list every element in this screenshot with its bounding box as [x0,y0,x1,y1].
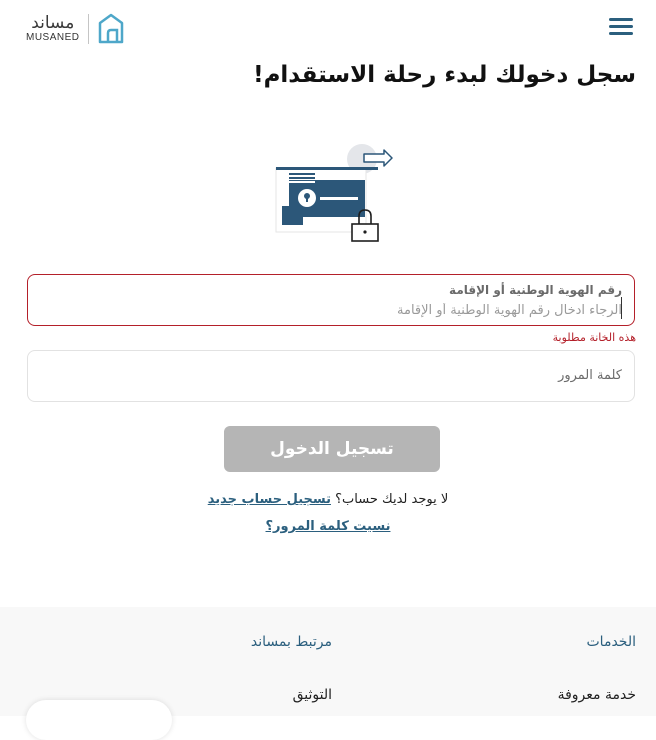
header: مساند MUSANED [0,0,656,60]
footer-services-item[interactable]: خدمة معروفة [558,687,636,703]
national-id-label: رقم الهوية الوطنية أو الإقامة [449,283,622,297]
footer-related-item[interactable]: التوثيق [293,687,332,703]
national-id-field[interactable]: رقم الهوية الوطنية أو الإقامة [27,274,635,326]
forgot-password: نسيت كلمة المرور؟ [0,519,656,534]
logo-arabic: مساند [31,12,75,33]
floating-chat-button[interactable] [26,700,172,740]
hamburger-menu-icon[interactable] [609,18,633,38]
forgot-password-link[interactable]: نسيت كلمة المرور؟ [266,519,391,534]
footer-services-title: الخدمات [586,634,637,650]
password-field[interactable] [27,350,635,402]
password-input[interactable] [42,368,622,383]
login-illustration-icon [275,144,393,242]
page-title: سجل دخولك لبدء رحلة الاستقدام! [253,62,636,88]
logo-english: MUSANED [26,31,80,43]
logo-separator [87,14,89,44]
register-link[interactable]: تسجيل حساب جديد [208,492,331,507]
musaned-logo-mark-icon [98,13,123,44]
register-prompt: لا يوجد لديك حساب؟ تسجيل حساب جديد [0,492,656,507]
logo-text: مساند MUSANED [26,12,80,44]
footer-related-title: مرتبط بمساند [250,634,332,650]
national-id-input[interactable] [42,303,622,318]
national-id-error-message: هذه الخانة مطلوبة [552,331,636,344]
musaned-logo[interactable]: مساند MUSANED [26,13,125,45]
login-button[interactable]: تسجيل الدخول [224,426,440,472]
no-account-text: لا يوجد لديك حساب؟ [335,492,449,507]
